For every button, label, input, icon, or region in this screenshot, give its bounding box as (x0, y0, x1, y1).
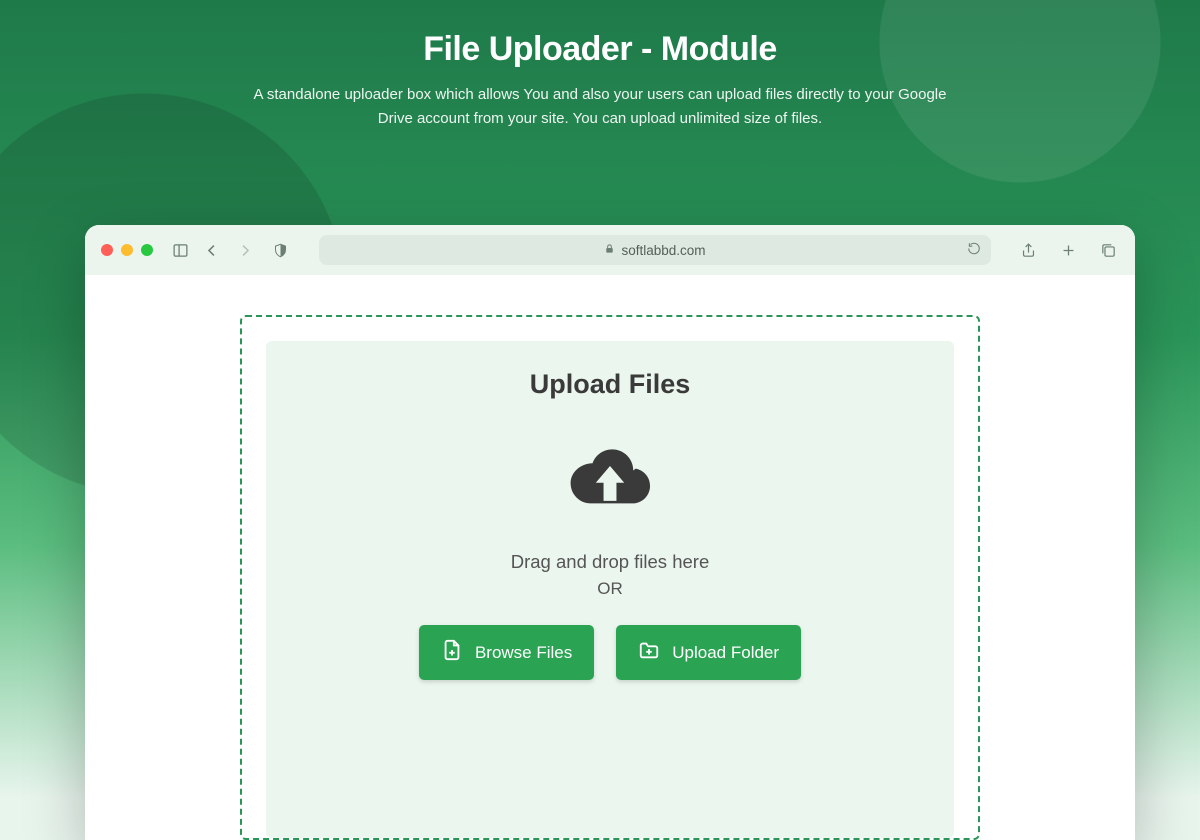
or-text: OR (290, 579, 930, 599)
share-icon[interactable] (1017, 239, 1039, 261)
folder-plus-icon (638, 639, 660, 666)
window-close-button[interactable] (101, 244, 113, 256)
browse-files-button[interactable]: Browse Files (419, 625, 594, 680)
upload-folder-button[interactable]: Upload Folder (616, 625, 801, 680)
window-minimize-button[interactable] (121, 244, 133, 256)
browser-toolbar: softlabbd.com (85, 225, 1135, 275)
sidebar-toggle-icon[interactable] (169, 239, 191, 261)
upload-panel: Upload Files Drag and drop files here OR (266, 341, 954, 838)
page-title: File Uploader - Module (0, 30, 1200, 69)
upload-heading: Upload Files (290, 369, 930, 400)
upload-folder-label: Upload Folder (672, 643, 779, 663)
reload-icon[interactable] (967, 242, 981, 259)
file-plus-icon (441, 639, 463, 666)
page-subtitle: A standalone uploader box which allows Y… (240, 83, 960, 131)
back-button[interactable] (201, 239, 223, 261)
tabs-icon[interactable] (1097, 239, 1119, 261)
new-tab-icon[interactable] (1057, 239, 1079, 261)
lock-icon (604, 242, 615, 258)
privacy-shield-icon[interactable] (269, 239, 291, 261)
dnd-text: Drag and drop files here (290, 551, 930, 573)
browser-viewport: Upload Files Drag and drop files here OR (85, 275, 1135, 840)
upload-dropzone[interactable]: Upload Files Drag and drop files here OR (240, 315, 980, 840)
address-text: softlabbd.com (621, 243, 705, 258)
cloud-upload-icon (568, 444, 652, 511)
browse-files-label: Browse Files (475, 643, 572, 663)
traffic-lights (101, 244, 153, 256)
window-zoom-button[interactable] (141, 244, 153, 256)
forward-button[interactable] (233, 239, 255, 261)
browser-window: softlabbd.com (85, 225, 1135, 840)
address-bar[interactable]: softlabbd.com (319, 235, 991, 265)
